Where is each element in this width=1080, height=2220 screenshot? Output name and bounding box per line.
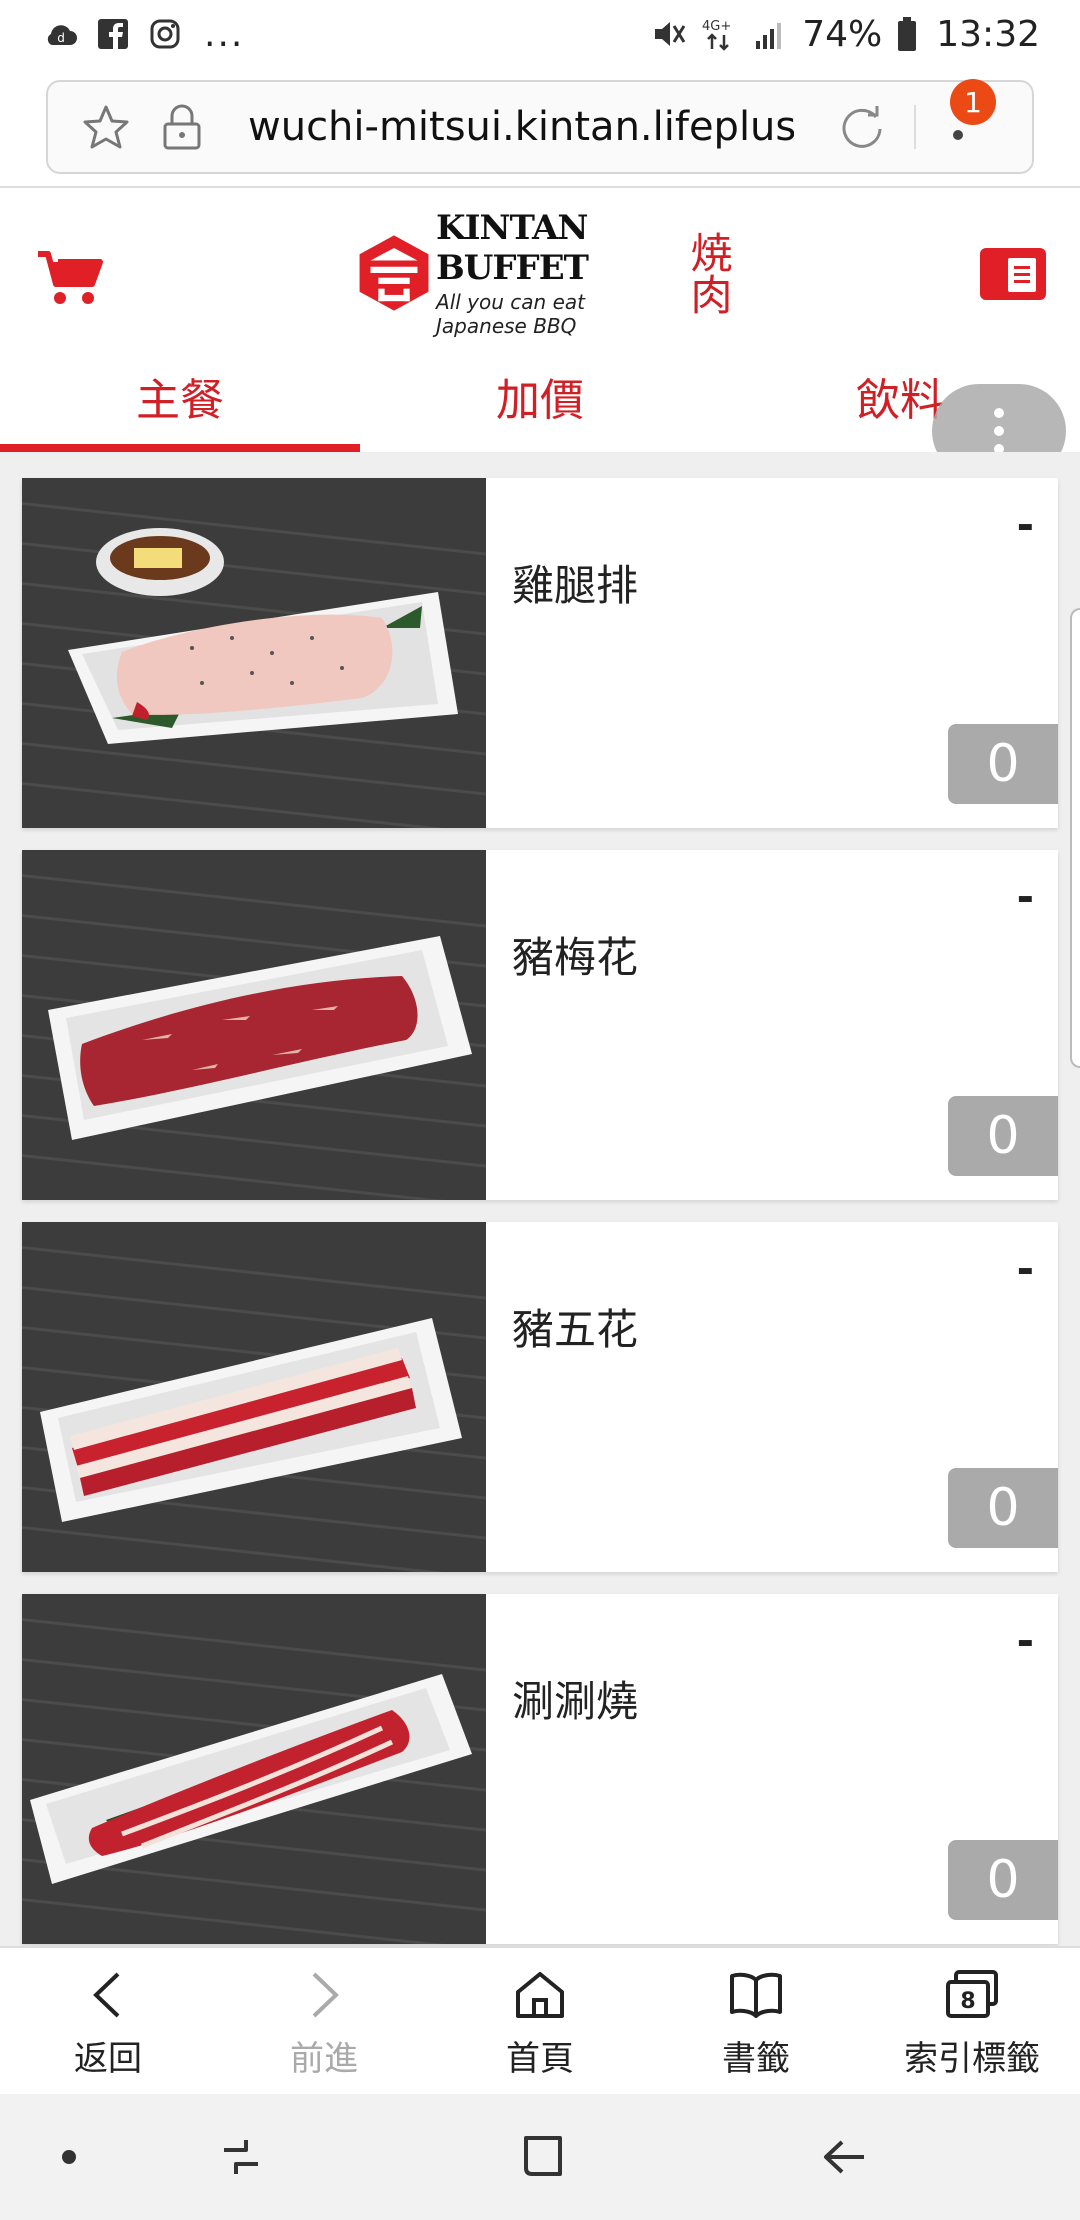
back-label: 返回: [74, 2038, 142, 2079]
mute-icon: [652, 17, 686, 51]
pork-belly-photo: [22, 1222, 486, 1572]
shabu-beef-photo: [22, 1594, 486, 1944]
logo-mark-icon: [359, 235, 429, 311]
nav-dot-icon[interactable]: [34, 2124, 104, 2190]
browser-menu-button[interactable]: 1: [930, 79, 996, 157]
book-icon: [726, 1965, 786, 2025]
tab-main[interactable]: 主餐: [0, 340, 360, 452]
chicken-thigh-photo: [22, 478, 486, 828]
url-divider: [914, 105, 916, 149]
url-text[interactable]: wuchi-mitsui.kintan.lifeplus.tw: [248, 104, 794, 150]
svg-text:4G+: 4G+: [702, 19, 731, 34]
network-4g-icon: 4G+: [700, 17, 740, 51]
menu-button[interactable]: [980, 248, 1046, 300]
cart-button[interactable]: [36, 248, 104, 308]
logo-subtitle: All you can eat Japanese BBQ: [436, 290, 585, 338]
status-bar: d ... 4G+ 74% 13:32: [0, 0, 1080, 68]
menu-item-card[interactable]: 涮涮燒 - 0: [22, 1594, 1058, 1944]
home-label: 首頁: [506, 2038, 574, 2079]
tabs-icon: 8: [942, 1965, 1002, 2025]
notification-badge: 1: [950, 79, 996, 125]
item-name: 豬五花: [512, 1305, 639, 1354]
browser-bottom-toolbar: 返回 前進 首頁 書籤 8 索引標籤: [0, 1946, 1080, 2094]
svg-text:8: 8: [960, 1989, 975, 2014]
svg-text:d: d: [57, 31, 65, 45]
menu-sheet-icon: [1008, 258, 1036, 292]
item-name: 涮涮燒: [512, 1677, 639, 1726]
system-navigation-bar: [0, 2094, 1080, 2220]
forward-button[interactable]: 前進: [216, 1948, 432, 2096]
signal-icon: [754, 17, 788, 51]
menu-item-card[interactable]: 雞腿排 - 0: [22, 478, 1058, 828]
decrease-button[interactable]: -: [1017, 872, 1034, 921]
item-name: 豬梅花: [512, 933, 639, 982]
home-nav-icon[interactable]: [508, 2124, 578, 2190]
logo-title: KINTAN BUFFET: [436, 208, 589, 288]
tabs-button[interactable]: 8 索引標籤: [864, 1948, 1080, 2096]
decrease-button[interactable]: -: [1017, 1616, 1034, 1665]
home-icon: [510, 1965, 570, 2025]
kintan-logo[interactable]: KINTAN BUFFET All you can eat Japanese B…: [358, 208, 733, 338]
forward-label: 前進: [290, 2038, 358, 2079]
more-vert-icon: [994, 408, 1004, 454]
decrease-button[interactable]: -: [1017, 1244, 1034, 1293]
logo-kanji: 焼肉: [684, 231, 733, 315]
back-nav-icon[interactable]: [810, 2124, 880, 2190]
pork-collar-photo: [22, 850, 486, 1200]
bookmarks-button[interactable]: 書籤: [648, 1948, 864, 2096]
browser-toolbar: wuchi-mitsui.kintan.lifeplus.tw 1: [0, 68, 1080, 188]
battery-percent: 74%: [802, 13, 883, 55]
address-bar[interactable]: wuchi-mitsui.kintan.lifeplus.tw 1: [46, 79, 1034, 174]
chevron-left-icon: [78, 1965, 138, 2025]
recent-apps-icon[interactable]: [206, 2124, 276, 2190]
home-button[interactable]: 首頁: [432, 1948, 648, 2096]
chevron-right-icon: [294, 1965, 354, 2025]
tab-extra[interactable]: 加價: [360, 340, 720, 452]
app-header: KINTAN BUFFET All you can eat Japanese B…: [0, 190, 1080, 340]
decrease-button[interactable]: -: [1017, 500, 1034, 549]
instagram-icon: [148, 17, 182, 51]
battery-icon: [896, 17, 918, 51]
lock-icon[interactable]: [154, 99, 210, 155]
bookmark-star-icon[interactable]: [78, 99, 134, 155]
menu-item-card[interactable]: 豬五花 - 0: [22, 1222, 1058, 1572]
cloud-icon: d: [44, 17, 78, 51]
menu-item-card[interactable]: 豬梅花 - 0: [22, 850, 1058, 1200]
quantity-button[interactable]: 0: [948, 1096, 1058, 1176]
quantity-button[interactable]: 0: [948, 1840, 1058, 1920]
facebook-icon: [96, 17, 130, 51]
bookmarks-label: 書籤: [722, 2038, 790, 2079]
menu-list: 雞腿排 - 0 豬梅花 - 0 豬五花 - 0 涮涮燒 - 0: [0, 452, 1080, 1946]
clock: 13:32: [936, 13, 1040, 55]
back-button[interactable]: 返回: [0, 1948, 216, 2096]
category-tabs: 主餐 加價 飲料: [0, 340, 1080, 452]
tabs-label: 索引標籤: [904, 2038, 1040, 2079]
quantity-button[interactable]: 0: [948, 724, 1058, 804]
cart-icon: [38, 251, 103, 304]
more-notifications: ...: [204, 13, 245, 55]
item-name: 雞腿排: [512, 561, 639, 610]
reload-icon[interactable]: [834, 99, 890, 155]
scrollbar[interactable]: [1070, 608, 1080, 1068]
quantity-button[interactable]: 0: [948, 1468, 1058, 1548]
